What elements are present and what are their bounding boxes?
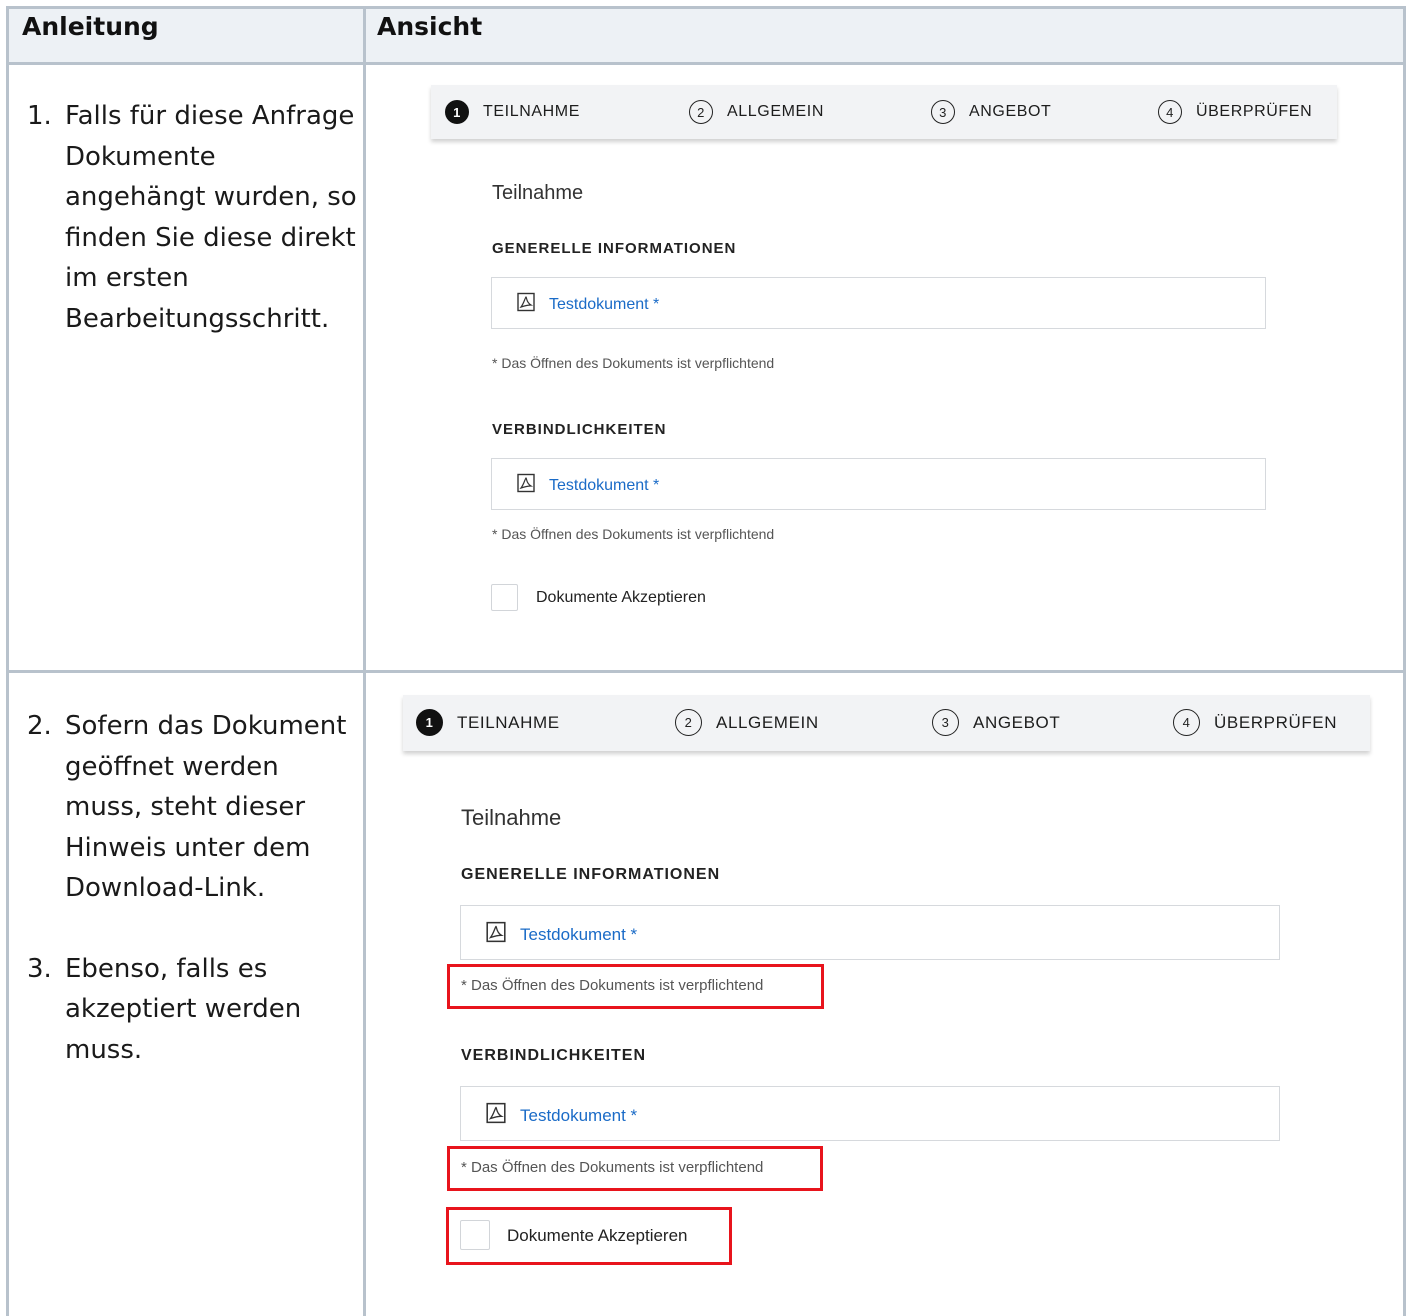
pdf-icon bbox=[485, 921, 507, 948]
section-title: VERBINDLICHKEITEN bbox=[461, 1047, 647, 1064]
section-title: GENERELLE INFORMATIONEN bbox=[461, 866, 721, 883]
step-ueberpruefen[interactable]: 4 ÜBERPRÜFEN bbox=[1158, 100, 1312, 124]
step-ueberpruefen[interactable]: 4 ÜBERPRÜFEN bbox=[1173, 709, 1337, 736]
instruction-step: 3. Ebenso, falls es akzeptiert werden mu… bbox=[27, 949, 357, 1071]
step-label: ÜBERPRÜFEN bbox=[1214, 712, 1338, 732]
instruction-table: Anleitung Ansicht 1. Falls für diese Anf… bbox=[6, 6, 1406, 1316]
step-number-icon: 1 bbox=[416, 709, 443, 736]
step-number-icon: 1 bbox=[445, 100, 469, 124]
document-name: Testdokument * bbox=[549, 295, 660, 313]
step-angebot[interactable]: 3 ANGEBOT bbox=[932, 709, 1060, 736]
pdf-icon bbox=[516, 292, 536, 317]
panel-title: Teilnahme bbox=[492, 182, 584, 204]
step-label: ALLGEMEIN bbox=[716, 712, 819, 732]
row1-instructions: 1. Falls für diese Anfrage Dokumente ang… bbox=[27, 96, 357, 339]
step-teilnahme[interactable]: 1 TEILNAHME bbox=[416, 709, 560, 736]
accept-checkbox[interactable] bbox=[460, 1220, 490, 1250]
mandatory-note: * Das Öffnen des Dokuments ist verpflich… bbox=[461, 1159, 764, 1176]
header-instructions: Anleitung bbox=[22, 12, 159, 41]
row2-instructions: 2. Sofern das Dokument geöffnet werden m… bbox=[27, 706, 357, 1070]
step-label: ANGEBOT bbox=[973, 712, 1061, 732]
step-text: Sofern das Dokument geöffnet werden muss… bbox=[65, 711, 347, 903]
document-link[interactable]: Testdokument * bbox=[485, 921, 637, 948]
document-name: Testdokument * bbox=[520, 924, 638, 944]
panel-title: Teilnahme bbox=[461, 805, 562, 830]
step-text: Ebenso, falls es akzeptiert werden muss. bbox=[65, 953, 302, 1065]
document-link[interactable]: Testdokument * bbox=[516, 473, 659, 498]
row-divider bbox=[9, 670, 1403, 673]
accept-checkbox[interactable] bbox=[491, 584, 518, 611]
step-angebot[interactable]: 3 ANGEBOT bbox=[931, 100, 1051, 124]
step-number: 1. bbox=[27, 101, 52, 131]
step-number: 2. bbox=[27, 711, 52, 741]
section-title: VERBINDLICHKEITEN bbox=[492, 421, 667, 438]
wizard-stepper: 1 TEILNAHME 2 ALLGEMEIN 3 ANGEBOT 4 ÜBER… bbox=[403, 695, 1370, 751]
wizard-panel-1: 1 TEILNAHME 2 ALLGEMEIN 3 ANGEBOT 4 ÜBER… bbox=[431, 85, 1337, 625]
document-name: Testdokument * bbox=[549, 476, 660, 494]
mandatory-note: * Das Öffnen des Dokuments ist verpflich… bbox=[461, 977, 764, 994]
section-title: GENERELLE INFORMATIONEN bbox=[492, 240, 737, 257]
step-label: TEILNAHME bbox=[457, 712, 560, 732]
accept-label: Dokumente Akzeptieren bbox=[507, 1226, 688, 1245]
instruction-step: 1. Falls für diese Anfrage Dokumente ang… bbox=[27, 96, 357, 339]
step-number-icon: 2 bbox=[675, 709, 702, 736]
step-text: Falls für diese Anfrage Dokumente angehä… bbox=[65, 101, 357, 334]
header-view: Ansicht bbox=[377, 12, 483, 41]
column-divider bbox=[363, 9, 366, 1316]
step-number-icon: 4 bbox=[1158, 100, 1182, 124]
step-number: 3. bbox=[27, 953, 52, 984]
step-teilnahme[interactable]: 1 TEILNAHME bbox=[445, 100, 580, 124]
step-label: ÜBERPRÜFEN bbox=[1196, 103, 1313, 120]
wizard-panel-2: 1 TEILNAHME 2 ALLGEMEIN 3 ANGEBOT 4 ÜBER… bbox=[403, 695, 1370, 1265]
step-allgemein[interactable]: 2 ALLGEMEIN bbox=[689, 100, 824, 124]
instruction-step: 2. Sofern das Dokument geöffnet werden m… bbox=[27, 706, 357, 909]
step-number-icon: 4 bbox=[1173, 709, 1200, 736]
document-name: Testdokument * bbox=[520, 1105, 638, 1125]
step-label: ANGEBOT bbox=[969, 103, 1052, 120]
step-number-icon: 2 bbox=[689, 100, 713, 124]
document-link[interactable]: Testdokument * bbox=[485, 1102, 637, 1129]
step-label: ALLGEMEIN bbox=[727, 103, 824, 120]
mandatory-note: * Das Öffnen des Dokuments ist verpflich… bbox=[492, 526, 775, 542]
document-link[interactable]: Testdokument * bbox=[516, 292, 659, 317]
step-label: TEILNAHME bbox=[483, 103, 580, 120]
mandatory-note: * Das Öffnen des Dokuments ist verpflich… bbox=[492, 355, 775, 371]
table-header-row: Anleitung Ansicht bbox=[9, 9, 1403, 65]
step-number-icon: 3 bbox=[932, 709, 959, 736]
step-number-icon: 3 bbox=[931, 100, 955, 124]
pdf-icon bbox=[485, 1102, 507, 1129]
pdf-icon bbox=[516, 473, 536, 498]
step-allgemein[interactable]: 2 ALLGEMEIN bbox=[675, 709, 819, 736]
accept-label: Dokumente Akzeptieren bbox=[536, 589, 706, 606]
wizard-stepper: 1 TEILNAHME 2 ALLGEMEIN 3 ANGEBOT 4 ÜBER… bbox=[431, 85, 1337, 139]
